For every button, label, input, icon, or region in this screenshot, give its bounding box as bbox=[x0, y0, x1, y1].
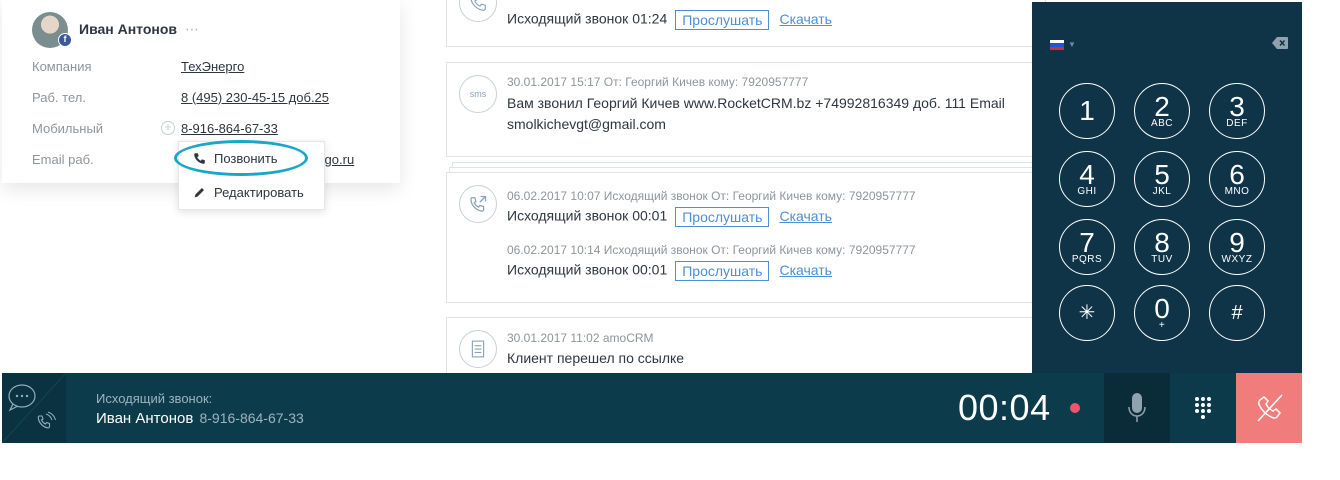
feed-item-call-group: 06.02.2017 10:07 Исходящий звонок От: Ге… bbox=[446, 172, 1046, 303]
listen-button[interactable]: Прослушать bbox=[675, 10, 770, 30]
caller-name: Иван Антонов bbox=[96, 410, 194, 427]
dial-key-5[interactable]: 5 JKL bbox=[1134, 151, 1190, 207]
dial-key-4[interactable]: 4 GHI bbox=[1059, 151, 1115, 207]
company-link[interactable]: ТехЭнерго bbox=[181, 59, 244, 74]
hangup-icon bbox=[1257, 394, 1283, 422]
event-text: Клиент перешел по ссылке bbox=[507, 350, 685, 366]
download-link[interactable]: Скачать bbox=[779, 208, 832, 224]
dial-key-3[interactable]: 3 DEF bbox=[1209, 83, 1265, 139]
download-link[interactable]: Скачать bbox=[779, 11, 832, 27]
outgoing-call-icon bbox=[459, 185, 497, 223]
dial-key-hash[interactable]: # bbox=[1209, 285, 1265, 341]
call-status-label: Исходящий звонок: bbox=[96, 391, 213, 406]
caller-number: 8-916-864-67-33 bbox=[199, 410, 304, 426]
contact-name: Иван Антонов bbox=[79, 21, 178, 37]
hangup-button[interactable] bbox=[1236, 373, 1302, 443]
caller-info: Иван Антонов 8-916-864-67-33 bbox=[96, 410, 304, 427]
call-text: Исходящий звонок 01:24 bbox=[507, 10, 668, 27]
app-screen: f Иван Антонов ⋯ Компания ТехЭнерго Раб.… bbox=[0, 0, 1340, 480]
highlight-ring bbox=[174, 140, 308, 176]
more-icon[interactable]: ⋯ bbox=[185, 21, 200, 38]
add-icon[interactable]: + bbox=[161, 121, 175, 135]
recording-indicator bbox=[1070, 403, 1080, 413]
document-icon bbox=[459, 330, 497, 368]
feed-item-call: Исходящий звонок 01:24 Прослушать Скачать bbox=[446, 0, 1046, 47]
pencil-icon bbox=[194, 188, 204, 198]
chevron-down-icon[interactable]: ▼ bbox=[1068, 40, 1076, 49]
mobile-label: Мобильный bbox=[32, 121, 104, 136]
facebook-icon: f bbox=[58, 33, 72, 47]
microphone-icon bbox=[1128, 393, 1146, 422]
keypad-toggle-button[interactable] bbox=[1170, 373, 1236, 443]
dial-key-star[interactable]: ✳ bbox=[1059, 285, 1115, 341]
mute-button[interactable] bbox=[1104, 373, 1170, 443]
call-meta-2: 06.02.2017 10:14 Исходящий звонок От: Ге… bbox=[507, 243, 916, 257]
call-row-2: Исходящий звонок 00:01 Прослушать Скачать bbox=[507, 261, 832, 281]
call-bar: Исходящий звонок: Иван Антонов 8-916-864… bbox=[1, 372, 1302, 444]
download-link[interactable]: Скачать bbox=[779, 262, 832, 278]
call-meta-1: 06.02.2017 10:07 Исходящий звонок От: Ге… bbox=[507, 189, 916, 203]
dial-key-2[interactable]: 2 ABC bbox=[1134, 83, 1190, 139]
dial-key-9[interactable]: 9 WXYZ bbox=[1209, 219, 1265, 275]
dial-key-0[interactable]: 0 + bbox=[1134, 285, 1190, 341]
sms-line1: Вам звонил Георгий Кичев www.RocketCRM.b… bbox=[507, 95, 1005, 111]
dial-key-7[interactable]: 7 PQRS bbox=[1059, 219, 1115, 275]
sms-icon: sms bbox=[459, 75, 497, 113]
event-meta: 30.01.2017 11:02 amoCRM bbox=[507, 331, 654, 345]
feed-item-sms: sms 30.01.2017 15:17 От: Георгий Кичев к… bbox=[446, 62, 1046, 157]
call-row: Исходящий звонок 01:24 Прослушать Скачать bbox=[507, 10, 832, 30]
call-text-2: Исходящий звонок 00:01 bbox=[507, 261, 668, 278]
call-timer: 00:04 bbox=[958, 387, 1051, 428]
keypad-icon bbox=[1195, 397, 1211, 419]
email-label: Email раб. bbox=[32, 152, 94, 167]
listen-button[interactable]: Прослушать bbox=[675, 261, 770, 281]
sms-meta: 30.01.2017 15:17 От: Георгий Кичев кому:… bbox=[507, 75, 809, 89]
work-phone-label: Раб. тел. bbox=[32, 90, 86, 105]
listen-button[interactable]: Прослушать bbox=[675, 207, 770, 227]
chat-call-icon[interactable] bbox=[1, 372, 67, 444]
russia-flag-icon[interactable] bbox=[1050, 40, 1064, 50]
backspace-icon[interactable] bbox=[1272, 37, 1288, 49]
call-text-1: Исходящий звонок 00:01 bbox=[507, 207, 668, 224]
dial-key-1[interactable]: 1 bbox=[1059, 83, 1115, 139]
work-phone-link[interactable]: 8 (495) 230-45-15 доб.25 bbox=[181, 90, 329, 105]
edit-label: Редактировать bbox=[214, 185, 304, 200]
dialer-panel: ▼ 1 2 ABC 3 DEF 4 GHI 5 JKL 6 MNO 7 PQRS 8 TUV … bbox=[1032, 2, 1302, 373]
sms-line2: smolkichevgt@gmail.com bbox=[507, 116, 666, 132]
dial-key-6[interactable]: 6 MNO bbox=[1209, 151, 1265, 207]
call-row-1: Исходящий звонок 00:01 Прослушать Скачать bbox=[507, 207, 832, 227]
company-label: Компания bbox=[32, 59, 92, 74]
dial-key-8[interactable]: 8 TUV bbox=[1134, 219, 1190, 275]
mobile-phone-link[interactable]: 8-916-864-67-33 bbox=[181, 121, 278, 136]
phone-icon bbox=[459, 0, 497, 22]
edit-menu-item[interactable]: Редактировать bbox=[193, 185, 304, 200]
